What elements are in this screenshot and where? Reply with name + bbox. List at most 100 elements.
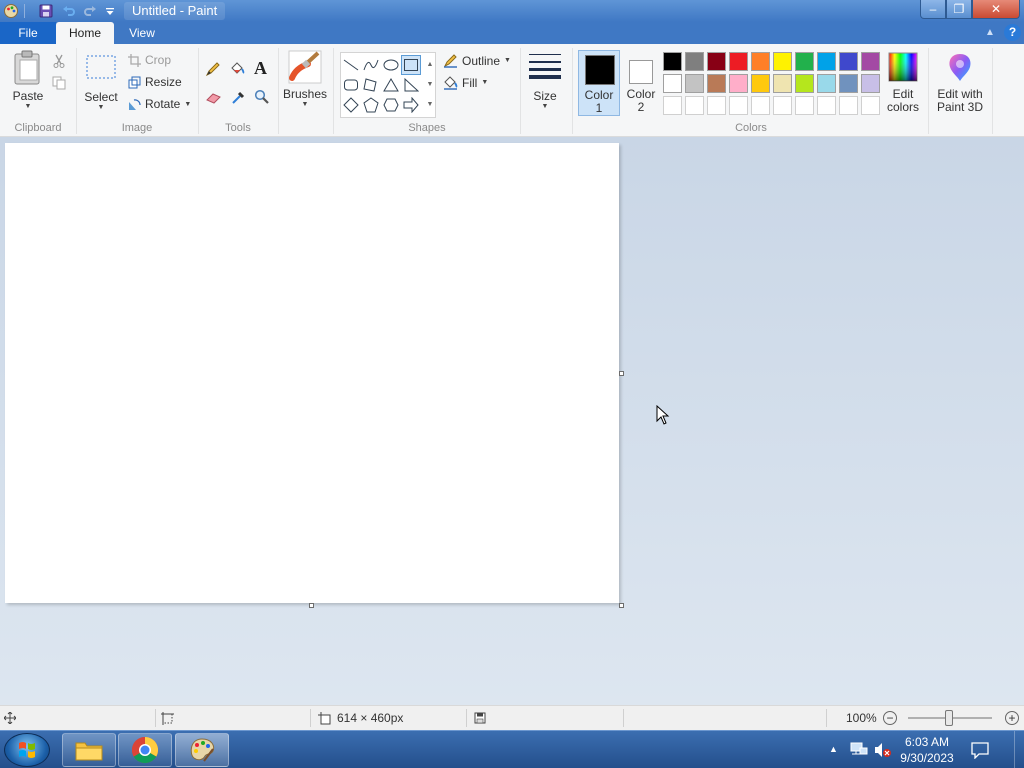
custom-color-slot[interactable] <box>839 96 858 115</box>
brushes-button[interactable]: Brushes ▼ <box>283 50 327 108</box>
show-hidden-icons[interactable]: ▲ <box>829 744 838 754</box>
palette-swatch[interactable] <box>817 52 836 71</box>
save-icon[interactable] <box>37 2 55 20</box>
custom-color-slot[interactable] <box>685 96 704 115</box>
redo-icon[interactable] <box>81 2 99 20</box>
gallery-scroll-up-icon[interactable]: ▲ <box>424 55 436 75</box>
drawing-canvas[interactable] <box>5 143 619 603</box>
custom-color-slot[interactable] <box>817 96 836 115</box>
custom-color-slot[interactable] <box>795 96 814 115</box>
palette-swatch[interactable] <box>707 74 726 93</box>
close-button[interactable]: ✕ <box>972 0 1020 19</box>
palette-swatch[interactable] <box>795 52 814 71</box>
action-center-icon[interactable] <box>971 741 989 762</box>
tab-home[interactable]: Home <box>56 22 114 44</box>
group-separator <box>198 48 199 134</box>
collapse-ribbon-icon[interactable]: ▲ <box>982 25 998 41</box>
custom-color-slot[interactable] <box>663 96 682 115</box>
curve-shape-icon[interactable] <box>361 55 381 75</box>
palette-swatch[interactable] <box>861 74 880 93</box>
minimize-button[interactable]: – <box>920 0 946 19</box>
taskbar-file-explorer[interactable] <box>62 733 116 767</box>
gallery-more-icon[interactable]: ▼ <box>424 95 436 115</box>
color1-button[interactable]: Color 1 <box>578 50 620 116</box>
shapes-gallery[interactable]: ▲ ▼ ▼ <box>340 52 436 118</box>
canvas-workspace[interactable] <box>0 137 1024 705</box>
start-button[interactable] <box>4 733 50 767</box>
outline-button[interactable]: Outline ▼ <box>443 53 511 68</box>
custom-color-slot[interactable] <box>773 96 792 115</box>
palette-swatch[interactable] <box>773 52 792 71</box>
eraser-icon[interactable] <box>205 91 222 108</box>
custom-color-slot[interactable] <box>861 96 880 115</box>
pentagon-shape-icon[interactable] <box>361 95 381 115</box>
text-tool-icon[interactable]: A <box>254 58 267 79</box>
hexagon-shape-icon[interactable] <box>381 95 401 115</box>
size-button[interactable]: Size ▼ <box>526 52 564 110</box>
crop-button[interactable]: Crop <box>128 53 171 67</box>
rectangle-shape-icon[interactable] <box>401 55 421 75</box>
tab-view[interactable]: View <box>114 22 170 44</box>
palette-swatch[interactable] <box>729 74 748 93</box>
taskbar-chrome[interactable] <box>118 733 172 767</box>
cut-icon[interactable] <box>52 54 66 71</box>
edit-colors-button[interactable]: Edit colors <box>882 52 924 114</box>
right-arrow-shape-icon[interactable] <box>401 95 421 115</box>
zoom-in-button[interactable]: + <box>1005 711 1019 725</box>
diamond-shape-icon[interactable] <box>341 95 361 115</box>
custom-color-slot[interactable] <box>729 96 748 115</box>
magnifier-icon[interactable] <box>254 89 270 108</box>
volume-muted-icon[interactable] <box>874 742 892 761</box>
select-button[interactable]: Select ▼ <box>84 54 118 111</box>
pencil-icon[interactable] <box>205 61 221 80</box>
show-desktop-button[interactable] <box>1014 731 1024 768</box>
palette-swatch[interactable] <box>817 74 836 93</box>
polygon-shape-icon[interactable] <box>361 75 381 95</box>
zoom-out-button[interactable]: − <box>883 711 897 725</box>
canvas-resize-handle-corner[interactable] <box>619 603 624 608</box>
network-icon[interactable] <box>850 742 868 761</box>
palette-swatch[interactable] <box>839 74 858 93</box>
taskbar-paint[interactable] <box>175 733 229 767</box>
palette-swatch[interactable] <box>663 52 682 71</box>
palette-swatch[interactable] <box>685 52 704 71</box>
fill-bucket-icon[interactable] <box>229 61 246 80</box>
edit-with-paint3d-button[interactable]: Edit with Paint 3D <box>932 52 988 114</box>
line-shape-icon[interactable] <box>341 55 361 75</box>
resize-button[interactable]: Resize <box>128 75 182 89</box>
color-picker-icon[interactable] <box>231 89 247 108</box>
custom-color-slot[interactable] <box>751 96 770 115</box>
rotate-button[interactable]: Rotate ▼ <box>128 97 191 111</box>
custom-color-slot[interactable] <box>707 96 726 115</box>
triangle-shape-icon[interactable] <box>381 75 401 95</box>
taskbar-clock[interactable]: 6:03 AM 9/30/2023 <box>892 734 962 766</box>
rounded-rectangle-shape-icon[interactable] <box>341 75 361 95</box>
palette-swatch[interactable] <box>773 74 792 93</box>
customize-qat-icon[interactable] <box>101 2 119 20</box>
palette-swatch[interactable] <box>861 52 880 71</box>
undo-icon[interactable] <box>60 2 78 20</box>
tab-file[interactable]: File <box>0 22 56 44</box>
canvas-resize-handle-right[interactable] <box>619 371 624 376</box>
help-icon[interactable]: ? <box>1004 24 1021 41</box>
oval-shape-icon[interactable] <box>381 55 401 75</box>
paste-button[interactable]: Paste ▼ <box>8 50 48 110</box>
palette-swatch[interactable] <box>751 74 770 93</box>
paint-app-icon[interactable] <box>2 2 20 20</box>
color2-button[interactable]: Color 2 <box>624 50 658 116</box>
right-triangle-shape-icon[interactable] <box>401 75 421 95</box>
copy-icon[interactable] <box>52 76 66 93</box>
gallery-scroll-down-icon[interactable]: ▼ <box>424 75 436 95</box>
palette-swatch[interactable] <box>729 52 748 71</box>
canvas-resize-handle-bottom[interactable] <box>309 603 314 608</box>
palette-swatch[interactable] <box>751 52 770 71</box>
restore-button[interactable]: ❐ <box>946 0 972 19</box>
palette-swatch[interactable] <box>795 74 814 93</box>
fill-button[interactable]: Fill ▼ <box>443 75 488 90</box>
zoom-slider-thumb[interactable] <box>945 710 953 726</box>
palette-swatch[interactable] <box>663 74 682 93</box>
outline-dropdown-icon: ▼ <box>504 57 511 64</box>
palette-swatch[interactable] <box>707 52 726 71</box>
palette-swatch[interactable] <box>839 52 858 71</box>
palette-swatch[interactable] <box>685 74 704 93</box>
